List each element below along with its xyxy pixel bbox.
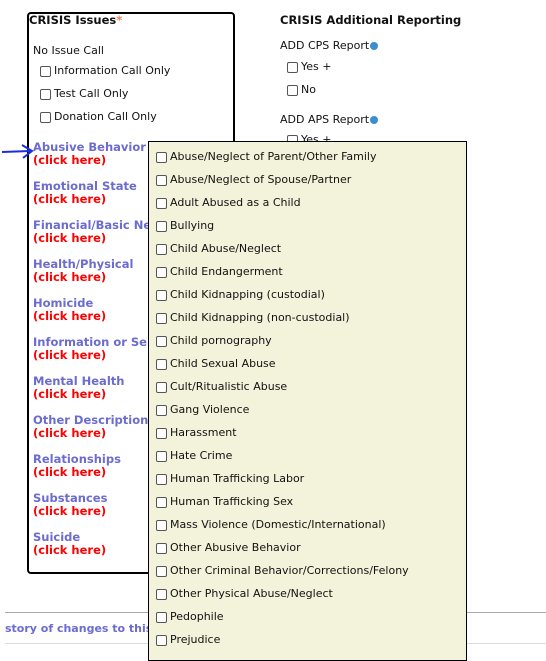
checkbox[interactable] <box>156 634 167 646</box>
popup-option[interactable]: Harassment <box>156 426 237 439</box>
aps-report-label: ADD APS Report <box>280 113 379 126</box>
popup-option[interactable]: Child Kidnapping (custodial) <box>156 288 325 301</box>
popup-option[interactable]: Human Trafficking Sex <box>156 495 293 508</box>
category-suicide[interactable]: Suicide (click here) <box>33 531 148 557</box>
popup-option[interactable]: Child Abuse/Neglect <box>156 242 281 255</box>
popup-option[interactable]: Abuse/Neglect of Parent/Other Family <box>156 150 377 163</box>
checkbox[interactable] <box>156 220 167 232</box>
checkbox[interactable] <box>156 565 167 577</box>
checkbox[interactable] <box>156 588 167 600</box>
click-here-link[interactable]: (click here) <box>33 310 148 323</box>
cps-yes-option[interactable]: Yes + <box>287 60 331 73</box>
category-other-description[interactable]: Other Description (click here) <box>33 414 148 440</box>
info-icon[interactable] <box>370 116 379 124</box>
popup-option[interactable]: Bullying <box>156 219 214 232</box>
annotation-arrow-icon <box>1 144 34 159</box>
popup-option[interactable]: Gang Violence <box>156 403 249 416</box>
category-relationships[interactable]: Relationships (click here) <box>33 453 148 479</box>
popup-option[interactable]: Child Kidnapping (non-custodial) <box>156 311 350 324</box>
popup-option[interactable]: Pedophile <box>156 610 224 623</box>
popup-option[interactable]: Other Criminal Behavior/Corrections/Felo… <box>156 564 409 577</box>
category-financial-basic-needs[interactable]: Financial/Basic Needs(click here) <box>33 219 148 245</box>
checkbox[interactable] <box>156 174 167 186</box>
checkbox[interactable] <box>156 335 167 347</box>
click-here-link[interactable]: (click here) <box>33 232 148 245</box>
category-emotional-state[interactable]: Emotional State (click here) <box>33 180 148 206</box>
checkbox[interactable] <box>40 111 51 123</box>
click-here-link[interactable]: (click here) <box>33 349 148 362</box>
click-here-link[interactable]: (click here) <box>33 505 148 518</box>
click-here-link[interactable]: (click here) <box>33 388 148 401</box>
click-here-link[interactable]: (click here) <box>33 466 148 479</box>
crisis-issues-title: CRISIS Issues* <box>29 13 123 27</box>
popup-option[interactable]: Mass Violence (Domestic/International) <box>156 518 386 531</box>
checkbox[interactable] <box>156 358 167 370</box>
category-health-physical[interactable]: Health/Physical (click here) <box>33 258 148 284</box>
category-substances[interactable]: Substances (click here) <box>33 492 148 518</box>
popup-option[interactable]: Other Abusive Behavior <box>156 541 301 554</box>
cps-no-option[interactable]: No <box>287 83 316 96</box>
category-information-or-services[interactable]: Information or Services(click here) <box>33 336 148 362</box>
additional-reporting-title: CRISIS Additional Reporting <box>280 13 462 27</box>
category-homicide[interactable]: Homicide (click here) <box>33 297 148 323</box>
checkbox[interactable] <box>156 197 167 209</box>
test-call-only-option[interactable]: Test Call Only <box>40 87 128 100</box>
checkbox[interactable] <box>156 611 167 623</box>
abusive-behavior-popup: Abuse/Neglect of Parent/Other Family Abus… <box>148 141 467 661</box>
checkbox[interactable] <box>156 473 167 485</box>
popup-option[interactable]: Child pornography <box>156 334 272 347</box>
popup-option[interactable]: Hate Crime <box>156 449 232 462</box>
history-of-changes-link[interactable]: story of changes to this <box>5 622 152 635</box>
popup-option[interactable]: Child Sexual Abuse <box>156 357 276 370</box>
category-abusive-behavior[interactable]: Abusive Behavior (click here) <box>33 141 148 167</box>
required-marker: * <box>116 13 123 27</box>
checkbox[interactable] <box>156 404 167 416</box>
category-mental-health[interactable]: Mental Health (click here) <box>33 375 148 401</box>
checkbox[interactable] <box>287 84 298 96</box>
click-here-link[interactable]: (click here) <box>33 544 148 557</box>
donation-call-only-option[interactable]: Donation Call Only <box>40 110 157 123</box>
checkbox[interactable] <box>40 65 51 77</box>
checkbox[interactable] <box>156 496 167 508</box>
checkbox[interactable] <box>287 61 298 73</box>
no-issue-label: No Issue Call <box>33 44 104 57</box>
information-call-only-option[interactable]: Information Call Only <box>40 64 170 77</box>
popup-option[interactable]: Abuse/Neglect of Spouse/Partner <box>156 173 351 186</box>
popup-option[interactable]: Child Endangerment <box>156 265 283 278</box>
checkbox[interactable] <box>156 381 167 393</box>
checkbox[interactable] <box>40 88 51 100</box>
popup-option[interactable]: Other Physical Abuse/Neglect <box>156 587 333 600</box>
checkbox[interactable] <box>156 519 167 531</box>
info-icon[interactable] <box>370 42 379 50</box>
checkbox[interactable] <box>156 312 167 324</box>
popup-option[interactable]: Adult Abused as a Child <box>156 196 301 209</box>
checkbox[interactable] <box>156 289 167 301</box>
checkbox[interactable] <box>156 450 167 462</box>
checkbox[interactable] <box>156 151 167 163</box>
click-here-link[interactable]: (click here) <box>33 154 148 167</box>
checkbox[interactable] <box>156 243 167 255</box>
click-here-link[interactable]: (click here) <box>33 193 148 206</box>
checkbox[interactable] <box>156 427 167 439</box>
popup-option[interactable]: Prejudice <box>156 633 220 646</box>
checkbox[interactable] <box>156 542 167 554</box>
click-here-link[interactable]: (click here) <box>33 271 148 284</box>
checkbox[interactable] <box>156 266 167 278</box>
popup-option[interactable]: Cult/Ritualistic Abuse <box>156 380 287 393</box>
click-here-link[interactable]: (click here) <box>33 427 148 440</box>
popup-option[interactable]: Human Trafficking Labor <box>156 472 304 485</box>
cps-report-label: ADD CPS Report <box>280 39 379 52</box>
